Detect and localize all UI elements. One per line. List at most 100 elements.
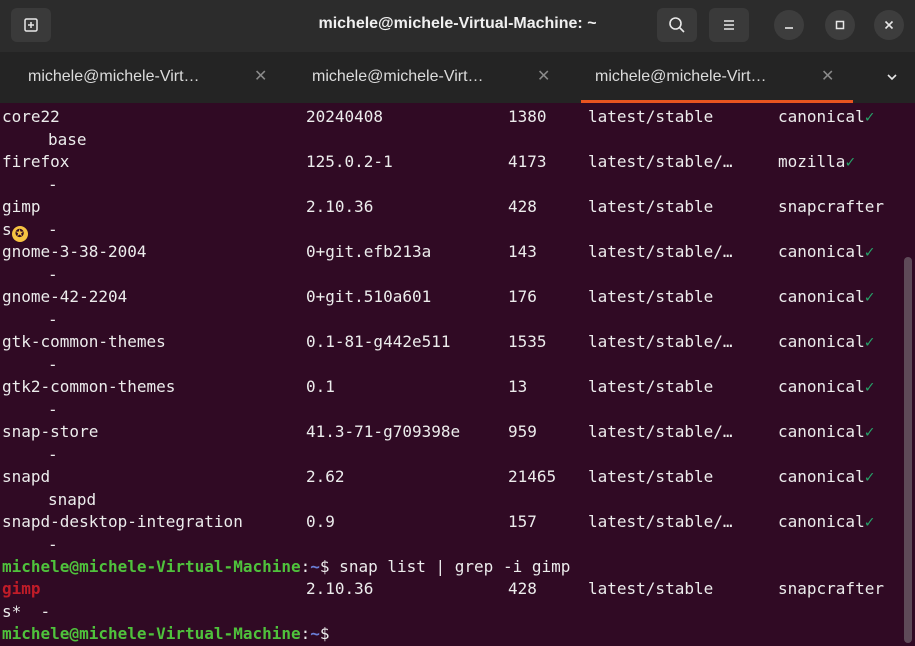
snap-name: gtk-common-themes bbox=[2, 332, 166, 351]
snap-version: 0.1-81-g442e511 bbox=[306, 332, 451, 351]
prompt-separator: : bbox=[300, 624, 311, 643]
snap-revision: 4173 bbox=[508, 152, 547, 171]
snap-version: 2.10.36 bbox=[306, 579, 374, 598]
tab-label: michele@michele-Virt… bbox=[28, 68, 200, 85]
snap-version: 41.3-71-g709398e bbox=[306, 422, 461, 441]
snap-tracking: latest/stable bbox=[588, 197, 714, 216]
snap-name: gnome-42-2204 bbox=[2, 287, 128, 306]
snap-tracking: latest/stable/… bbox=[588, 422, 733, 441]
snap-notes: - bbox=[48, 174, 58, 194]
snap-name: firefox bbox=[2, 152, 70, 171]
menu-button[interactable] bbox=[709, 8, 749, 42]
snap-tracking: latest/stable bbox=[588, 287, 714, 306]
snap-name: snap-store bbox=[2, 422, 99, 441]
snap-revision: 1380 bbox=[508, 107, 547, 126]
snap-notes: - bbox=[48, 354, 58, 374]
snap-version: 20240408 bbox=[306, 107, 384, 126]
publisher-name: canonical bbox=[778, 512, 865, 531]
publisher-name: canonical bbox=[778, 287, 865, 306]
new-tab-button[interactable] bbox=[11, 8, 51, 42]
snap-publisher: canonical✓ bbox=[778, 286, 874, 309]
snap-name: snapd-desktop-integration bbox=[2, 512, 243, 531]
verified-check-icon: ✓ bbox=[864, 422, 875, 441]
snap-version: 0+git.efb213a bbox=[306, 242, 432, 261]
snap-publisher: snapcrafter bbox=[778, 579, 884, 598]
prompt-path: ~ bbox=[310, 624, 320, 643]
snap-revision: 143 bbox=[508, 242, 537, 261]
publisher-wrap-text: s bbox=[2, 219, 12, 239]
verified-check-icon: ✓ bbox=[864, 332, 875, 351]
publisher-name: canonical bbox=[778, 422, 865, 441]
snap-version: 2.62 bbox=[306, 467, 345, 486]
snap-revision: 959 bbox=[508, 422, 537, 441]
command-text: snap list | grep -i gimp bbox=[329, 557, 571, 576]
grep-match-highlight: gimp bbox=[2, 579, 41, 598]
star-developer-icon: ✪ bbox=[11, 225, 28, 242]
snap-tracking: latest/stable bbox=[588, 467, 714, 486]
snap-publisher: canonical✓ bbox=[778, 376, 874, 399]
snap-revision: 176 bbox=[508, 287, 537, 306]
publisher-name: canonical bbox=[778, 242, 865, 261]
snap-tracking: latest/stable bbox=[588, 579, 714, 598]
publisher-name: canonical bbox=[778, 377, 865, 396]
terminal-output[interactable]: core22 20240408 1380 latest/stable canonical… bbox=[0, 103, 903, 646]
search-icon bbox=[669, 17, 685, 33]
close-window-button[interactable] bbox=[874, 10, 904, 40]
snap-revision: 428 bbox=[508, 579, 537, 598]
snap-revision: 13 bbox=[508, 377, 528, 396]
snap-notes: - bbox=[48, 219, 58, 239]
prompt-sigil: $ bbox=[319, 624, 330, 643]
tab-terminal-1[interactable]: michele@michele-Virt… ✕ bbox=[0, 52, 287, 103]
snap-publisher: canonical✓ bbox=[778, 241, 874, 264]
prompt-path: ~ bbox=[310, 557, 320, 576]
snap-name: snapd bbox=[2, 467, 51, 486]
tab-terminal-2[interactable]: michele@michele-Virt… ✕ bbox=[287, 52, 574, 103]
snap-publisher: canonical✓ bbox=[778, 466, 874, 489]
verified-check-icon: ✓ bbox=[864, 512, 875, 531]
snap-tracking: latest/stable/… bbox=[588, 332, 733, 351]
publisher-name: canonical bbox=[778, 467, 865, 486]
close-tab-icon[interactable]: ✕ bbox=[254, 52, 267, 101]
verified-check-icon: ✓ bbox=[864, 107, 875, 126]
verified-check-icon: ✓ bbox=[864, 242, 875, 261]
snap-notes: - bbox=[48, 309, 58, 329]
tab-overflow-button[interactable] bbox=[875, 60, 909, 94]
minimize-button[interactable] bbox=[774, 10, 804, 40]
publisher-name: canonical bbox=[778, 107, 865, 126]
snap-name: gimp bbox=[2, 197, 41, 216]
snap-version: 0.9 bbox=[306, 512, 335, 531]
shell-prompt: michele@michele-Virtual-Machine:~$ snap … bbox=[2, 556, 570, 579]
search-button[interactable] bbox=[657, 8, 697, 42]
snap-version: 2.10.36 bbox=[306, 197, 374, 216]
verified-check-icon: ✓ bbox=[864, 377, 875, 396]
hamburger-menu-icon bbox=[724, 20, 734, 30]
snap-tracking: latest/stable bbox=[588, 377, 714, 396]
snap-publisher: canonical✓ bbox=[778, 331, 874, 354]
tab-label: michele@michele-Virt… bbox=[595, 68, 767, 85]
snap-notes: - bbox=[48, 264, 58, 284]
maximize-button[interactable] bbox=[825, 10, 855, 40]
snap-notes: - bbox=[48, 444, 58, 464]
tab-label: michele@michele-Virt… bbox=[312, 68, 484, 85]
publisher-name: snapcrafter bbox=[778, 197, 884, 216]
snap-version: 0.1 bbox=[306, 377, 335, 396]
snap-name: core22 bbox=[2, 107, 60, 126]
tab-terminal-3[interactable]: michele@michele-Virt… ✕ bbox=[581, 52, 853, 103]
verified-check-icon: ✓ bbox=[845, 152, 856, 171]
snap-tracking: latest/stable/… bbox=[588, 242, 733, 261]
verified-check-icon: ✓ bbox=[864, 467, 875, 486]
prompt-separator: : bbox=[300, 557, 311, 576]
minimize-icon bbox=[785, 27, 793, 29]
prompt-user: michele@michele-Virtual-Machine bbox=[2, 557, 301, 576]
maximize-icon bbox=[835, 20, 845, 30]
prompt-sigil: $ bbox=[319, 557, 330, 576]
publisher-wrap: s* - bbox=[2, 601, 51, 621]
snap-publisher: snapcrafter bbox=[778, 196, 884, 219]
close-tab-icon[interactable]: ✕ bbox=[537, 52, 550, 101]
snap-tracking: latest/stable bbox=[588, 107, 714, 126]
close-tab-icon[interactable]: ✕ bbox=[821, 52, 834, 101]
snap-version: 0+git.510a601 bbox=[306, 287, 432, 306]
snap-name: gtk2-common-themes bbox=[2, 377, 176, 396]
publisher-name: canonical bbox=[778, 332, 865, 351]
scrollbar[interactable] bbox=[904, 257, 912, 643]
